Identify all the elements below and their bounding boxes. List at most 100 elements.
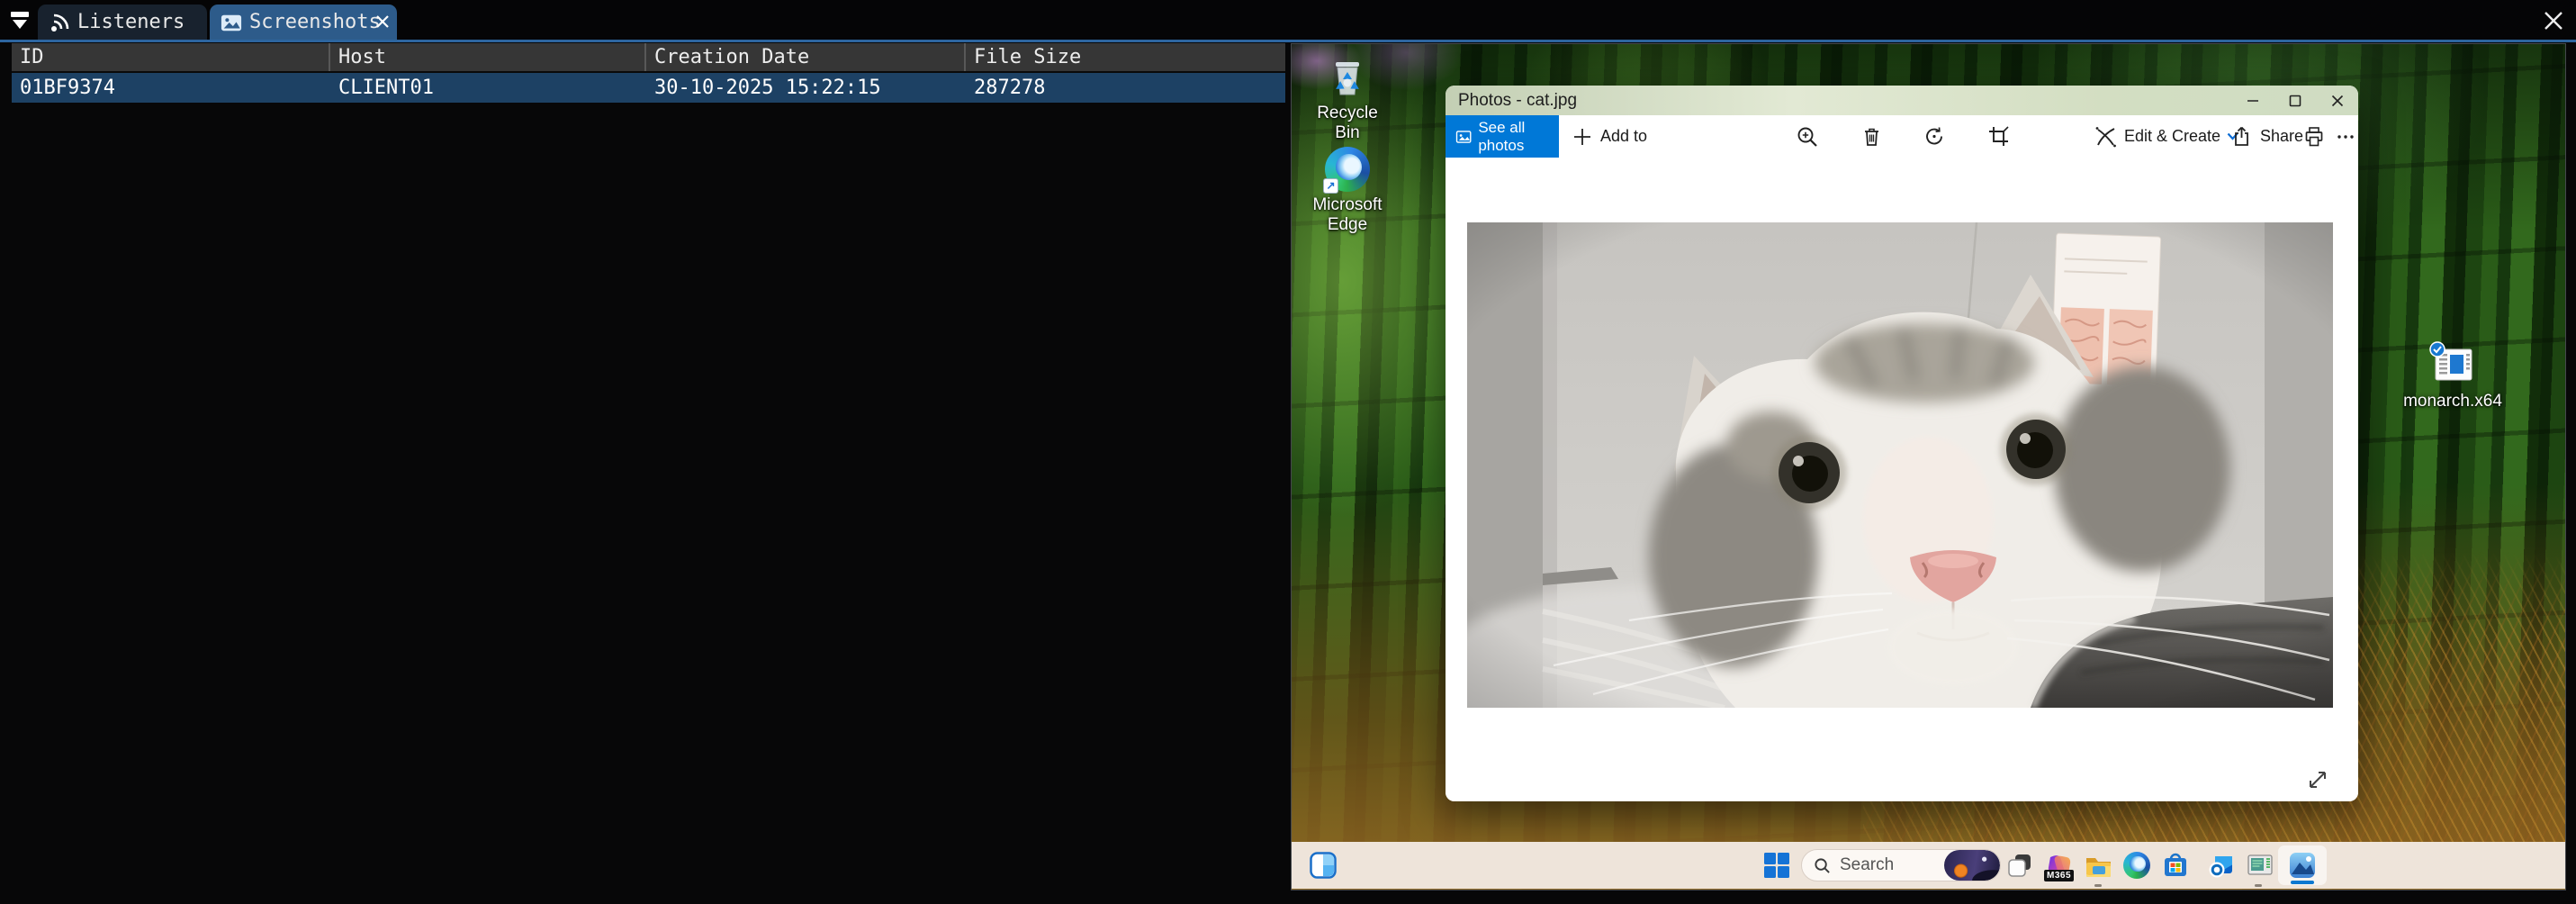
collapse-triangle-icon [8, 8, 32, 32]
window-close-button[interactable] [2540, 7, 2567, 34]
share-label: Share [2260, 127, 2303, 146]
tab-listeners[interactable]: Listeners [38, 5, 207, 40]
table-row[interactable]: 01BF9374 CLIENT01 30-10-2025 15:22:15 28… [12, 71, 1285, 103]
photos-app-icon [2288, 851, 2317, 880]
microsoft-store-button[interactable] [2160, 850, 2191, 881]
file-explorer-icon [2085, 853, 2112, 878]
remote-desktop-view: Recycle Bin ↗ Microsoft Edge monarch.x64 [1291, 43, 2566, 890]
see-all-photos-label: See all photos [1478, 119, 1559, 155]
cell-file-size: 287278 [966, 73, 1285, 103]
column-header-creation-date[interactable]: Creation Date [646, 43, 966, 71]
maximize-icon [2288, 94, 2302, 108]
photos-window: Photos - cat.jpg [1446, 86, 2358, 801]
column-header-id[interactable]: ID [12, 43, 330, 71]
app-window: Listeners Screenshots [0, 0, 2576, 904]
task-view-button[interactable] [2004, 850, 2035, 881]
running-indicator [2255, 884, 2262, 887]
ellipsis-icon [2336, 127, 2355, 147]
crop-icon [1986, 124, 2011, 149]
m365-copilot-button[interactable]: M365 [2044, 850, 2075, 881]
tab-label: Listeners [77, 11, 185, 33]
desktop-icon-recycle-bin[interactable]: Recycle Bin [1304, 55, 1391, 143]
running-indicator [2094, 884, 2102, 887]
minimize-icon [2246, 94, 2260, 108]
expand-icon [2305, 767, 2330, 792]
microsoft-store-icon [2162, 852, 2189, 879]
photos-window-title: Photos - cat.jpg [1458, 91, 1577, 111]
photos-content-area [1446, 158, 2358, 801]
start-button[interactable] [1761, 850, 1792, 881]
add-to-label: Add to [1600, 127, 1647, 146]
photos-title-bar[interactable]: Photos - cat.jpg [1446, 86, 2358, 115]
close-icon [2330, 94, 2345, 108]
minimize-button[interactable] [2231, 86, 2274, 115]
screenshots-table: ID Host Creation Date File Size 01BF9374… [12, 43, 1285, 103]
edge-icon [2123, 852, 2150, 879]
task-view-icon [2006, 852, 2033, 879]
table-header: ID Host Creation Date File Size [12, 43, 1285, 71]
print-button[interactable] [2302, 125, 2326, 149]
cell-id: 01BF9374 [12, 73, 330, 103]
listener-signal-icon [49, 12, 70, 33]
search-icon [1814, 857, 1831, 874]
photos-toolbar: See all photos Add to [1446, 115, 2358, 158]
share-button[interactable]: Share [2230, 125, 2303, 148]
tab-bar: Listeners Screenshots [0, 0, 2576, 40]
cell-host: CLIENT01 [330, 73, 646, 103]
m365-badge: M365 [2044, 870, 2074, 881]
close-icon [2542, 9, 2565, 32]
see-all-photos-button[interactable]: See all photos [1446, 115, 1559, 158]
maximize-button[interactable] [2274, 86, 2316, 115]
tab-screenshots[interactable]: Screenshots [210, 5, 397, 40]
widgets-button[interactable] [1308, 850, 1338, 881]
cat-photo [1467, 222, 2333, 708]
crop-button[interactable] [1986, 124, 2011, 149]
desktop-icon-microsoft-edge[interactable]: ↗ Microsoft Edge [1293, 147, 1401, 235]
edit-create-button[interactable]: Edit & Create [2094, 125, 2238, 149]
see-more-button[interactable] [2336, 127, 2355, 147]
outlook-button[interactable] [2206, 850, 2237, 881]
plus-icon [1572, 126, 1593, 148]
desktop-icon-label: monarch.x64 [2403, 392, 2502, 411]
search-input[interactable]: Search [1801, 849, 2001, 881]
column-header-host[interactable]: Host [330, 43, 646, 71]
recycle-bin-icon [1326, 55, 1369, 100]
search-placeholder: Search [1840, 855, 1944, 875]
file-explorer-button[interactable] [2083, 850, 2113, 881]
cell-creation-date: 30-10-2025 15:22:15 [646, 73, 966, 103]
desktop-icon-label: Microsoft Edge [1302, 195, 1392, 235]
trash-icon [1860, 124, 1884, 149]
zoom-button[interactable] [1795, 124, 1819, 149]
outlook-icon [2208, 852, 2235, 879]
share-icon [2230, 125, 2253, 148]
rotate-button[interactable] [1923, 124, 1947, 149]
print-icon [2302, 125, 2326, 149]
delete-button[interactable] [1860, 124, 1884, 149]
column-header-file-size[interactable]: File Size [966, 43, 1285, 71]
zoom-in-icon [1795, 124, 1819, 149]
monitor-app-button[interactable] [2245, 850, 2275, 881]
tab-close-icon[interactable] [374, 13, 392, 31]
add-to-button[interactable]: Add to [1572, 126, 1647, 148]
widgets-icon [1310, 852, 1337, 879]
desktop-icon-monarch-x64[interactable]: monarch.x64 [2397, 341, 2508, 411]
search-highlight-art [1944, 850, 2000, 881]
windows-start-icon [1763, 852, 1790, 879]
active-app-indicator [2291, 881, 2314, 884]
windows-taskbar: Search [1292, 842, 2565, 889]
screenshot-image-icon [221, 12, 242, 33]
tab-list-dropdown-button[interactable] [7, 7, 32, 32]
active-tab-accent-line [0, 40, 2576, 42]
tab-label: Screenshots [249, 11, 381, 33]
close-button[interactable] [2316, 86, 2358, 115]
shortcut-arrow-icon: ↗ [1323, 178, 1338, 194]
rotate-icon [1923, 124, 1947, 149]
photos-app-button[interactable] [2278, 845, 2327, 885]
gallery-icon [1455, 127, 1472, 147]
fullscreen-button[interactable] [2305, 767, 2330, 792]
desktop-icon-label: Recycle Bin [1304, 104, 1391, 143]
edge-button[interactable] [2121, 850, 2152, 881]
edit-create-label: Edit & Create [2124, 127, 2220, 146]
monitor-app-icon [2247, 852, 2274, 879]
edit-create-icon [2094, 125, 2117, 149]
